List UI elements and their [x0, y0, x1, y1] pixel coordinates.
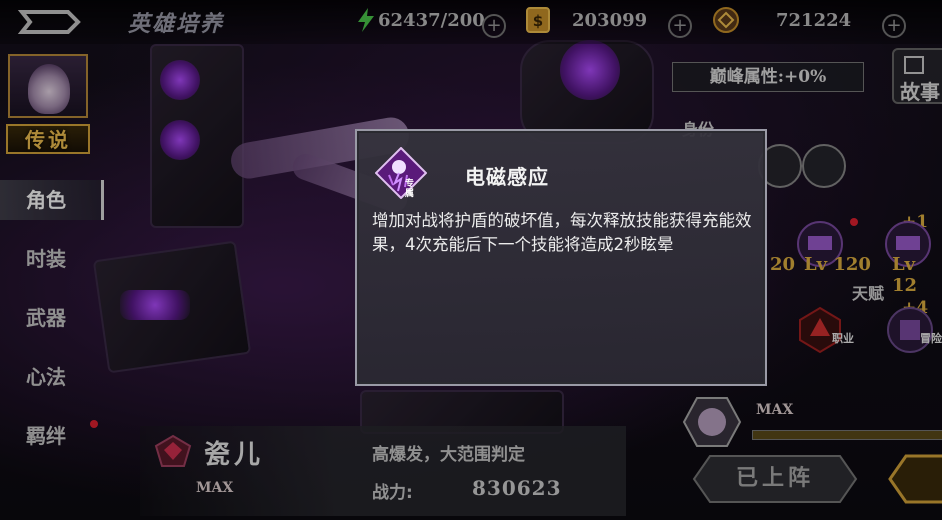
- skill-description: 增加对战将护盾的破坏值，每次释放技能获得充能效果，4次充能后下一个技能将造成2秒…: [372, 211, 752, 254]
- skill-title: 电磁感应: [465, 165, 549, 189]
- skill-icon: 专属: [374, 146, 428, 200]
- exclusive-tag: 专属: [405, 179, 415, 199]
- electromagnetic-skill-icon: [374, 146, 428, 200]
- skill-tooltip: 专属 电磁感应 增加对战将护盾的破坏值，每次释放技能获得充能效果，4次充能后下一…: [355, 129, 767, 386]
